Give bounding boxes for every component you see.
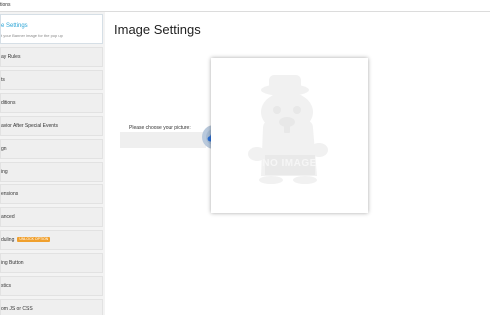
sidebar-item-display-rules[interactable]: ay Rules — [0, 47, 103, 67]
sidebar-item-label: ay Rules — [1, 54, 21, 60]
sidebar-item-label: gn — [1, 146, 7, 152]
window-titlebar: tions — [0, 0, 490, 12]
sidebar-item-conditions[interactable]: ditions — [0, 93, 103, 113]
unlock-option-badge[interactable]: UNLOCK OPTION — [17, 237, 51, 242]
sidebar-item-image-settings[interactable]: e Settings t your Banner image for the p… — [0, 14, 103, 44]
picture-url-field[interactable] — [120, 132, 206, 148]
sidebar-item-floating-button[interactable]: ing Button — [0, 253, 103, 273]
sidebar-item-closing[interactable]: ing — [0, 162, 103, 182]
sidebar-item-label: anced — [1, 214, 15, 220]
sidebar-item-label: ing Button — [1, 260, 24, 266]
page-title: Image Settings — [114, 22, 201, 37]
sidebar-item-text: duling — [1, 237, 15, 243]
sidebar-item-dimensions[interactable]: ensions — [0, 184, 103, 204]
sidebar-item-label: om JS or CSS — [1, 306, 33, 312]
settings-sidebar: e Settings t your Banner image for the p… — [0, 12, 104, 315]
sidebar-item-label: e Settings — [1, 23, 28, 29]
sidebar-item-label: duling UNLOCK OPTION — [1, 237, 51, 243]
window-title: tions — [0, 2, 11, 8]
main-panel: Image Settings Please choose your pictur… — [105, 12, 490, 315]
picture-label: Please choose your picture: — [129, 125, 191, 131]
sidebar-item-statistics[interactable]: stics — [0, 276, 103, 296]
sidebar-item-behavior[interactable]: avior After Special Events — [0, 116, 103, 136]
no-image-text: NO IMAGE — [262, 158, 317, 169]
sidebar-item-design[interactable]: gn — [0, 139, 103, 159]
beaver-placeholder-icon — [248, 75, 328, 184]
sidebar-item-label: avior After Special Events — [1, 123, 58, 129]
sidebar-item-advanced[interactable]: anced — [0, 207, 103, 227]
sidebar-item-custom-js-css[interactable]: om JS or CSS — [0, 299, 103, 315]
sidebar-item-label: ing — [1, 169, 8, 175]
sidebar-item-label: stics — [1, 283, 11, 289]
sidebar-item-description: t your Banner image for the pop up — [1, 33, 63, 38]
image-preview: NO IMAGE — [211, 58, 368, 213]
sidebar-item-label: ditions — [1, 100, 16, 106]
sidebar-item-label: ts — [1, 77, 5, 83]
sidebar-item-events[interactable]: ts — [0, 70, 103, 90]
sidebar-item-label: ensions — [1, 191, 19, 197]
sidebar-item-scheduling[interactable]: duling UNLOCK OPTION — [0, 230, 103, 250]
